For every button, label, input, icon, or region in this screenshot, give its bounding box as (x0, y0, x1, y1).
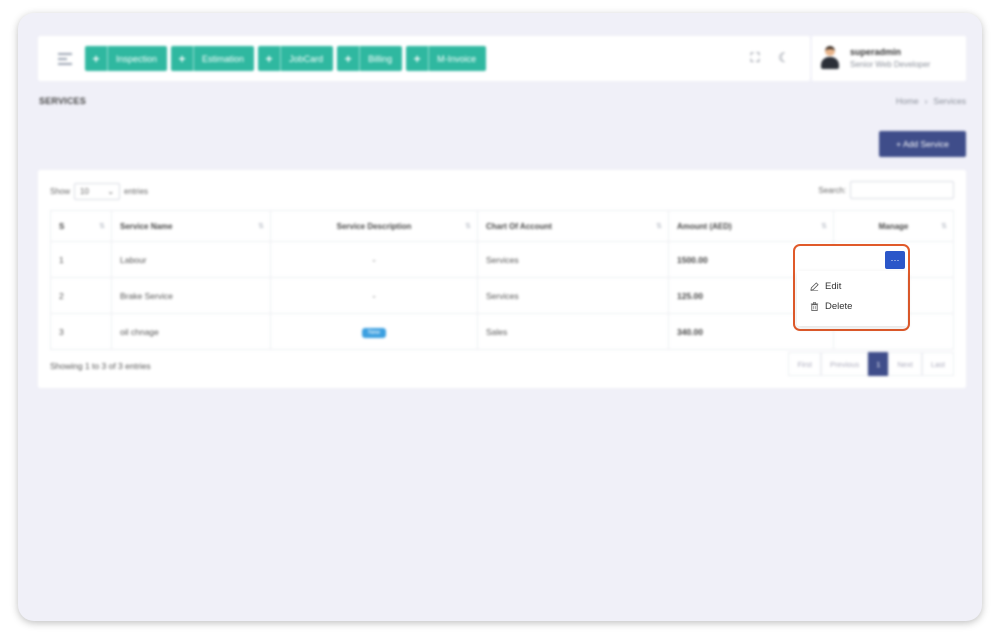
column-header-service-name[interactable]: Service Name ⇅ (111, 210, 271, 242)
delete-menu-item[interactable]: Delete (797, 296, 907, 316)
more-actions-button[interactable]: ··· (885, 251, 905, 269)
top-navbar: + Inspection + Estimation + JobCard + Billin… (38, 36, 810, 81)
show-label: Show (50, 187, 71, 196)
cell-s: 3 (50, 313, 112, 350)
entries-label: entries (124, 187, 149, 196)
sort-icon: ⇅ (821, 223, 827, 230)
entries-select[interactable]: 10 ⌄ (74, 183, 121, 200)
cell-service-name: oil chnage (111, 313, 271, 350)
breadcrumb-home[interactable]: Home (896, 96, 919, 106)
quick-action-label: Estimation (202, 53, 245, 64)
table-info: Showing 1 to 3 of 3 entries (50, 361, 151, 371)
page-number-button[interactable]: 1 (868, 352, 889, 376)
page-previous-button[interactable]: Previous (821, 352, 869, 376)
quick-action-billing[interactable]: + Billing (337, 46, 403, 71)
quick-action-label: Inspection (116, 53, 158, 64)
chevron-down-icon: ⌄ (107, 187, 115, 196)
sort-icon: ⇅ (99, 223, 105, 230)
plus-icon: + (258, 46, 282, 71)
quick-action-estimation[interactable]: + Estimation (171, 46, 255, 71)
cell-description: New (270, 313, 478, 350)
cell-service-name: Brake Service (111, 277, 271, 314)
plus-icon: + (85, 46, 108, 71)
cell-account: Sales (477, 313, 669, 350)
avatar (820, 46, 840, 70)
user-profile[interactable]: superadmin Senior Web Developer (812, 36, 966, 81)
plus-icon: + (337, 46, 361, 71)
breadcrumb-separator-icon: › (924, 96, 928, 106)
table-search: Search: (818, 181, 954, 199)
user-name: superadmin (850, 47, 902, 57)
edit-label: Edit (825, 280, 842, 292)
page-last-button[interactable]: Last (921, 352, 954, 376)
cell-account: Services (477, 241, 669, 278)
breadcrumb-current: Services (933, 96, 966, 106)
sort-icon: ⇅ (941, 223, 947, 230)
cell-service-name: Labour (111, 241, 271, 278)
table-header-row: S ⇅ Service Name ⇅ Service Description ⇅ Ch… (50, 210, 954, 242)
edit-menu-item[interactable]: Edit (797, 276, 907, 296)
sort-icon: ⇅ (258, 223, 264, 230)
breadcrumb: Home › Services (896, 96, 966, 106)
page-next-button[interactable]: Next (888, 352, 922, 376)
entries-value: 10 (80, 187, 89, 196)
quick-action-minvoice[interactable]: + M-Invoice (406, 46, 487, 71)
column-header-description[interactable]: Service Description ⇅ (270, 210, 478, 242)
plus-icon: + (406, 46, 430, 71)
add-service-button[interactable]: + Add Service (879, 131, 966, 157)
delete-label: Delete (825, 300, 853, 312)
pagination: First Previous 1 Next Last (788, 352, 954, 376)
quick-action-inspection[interactable]: + Inspection (85, 46, 168, 71)
menu-toggle-icon[interactable] (58, 53, 72, 65)
trash-icon (810, 301, 819, 311)
dark-mode-icon[interactable]: ☾ (776, 50, 792, 66)
quick-action-label: Billing (368, 53, 393, 64)
cell-description: - (270, 241, 478, 278)
quick-actions: + Inspection + Estimation + JobCard + Billin… (85, 46, 487, 71)
sort-icon: ⇅ (465, 223, 471, 230)
quick-action-label: JobCard (289, 53, 324, 64)
search-label: Search: (818, 185, 846, 195)
fullscreen-icon[interactable]: ⛶ (747, 50, 763, 66)
cell-s: 2 (50, 277, 112, 314)
plus-icon: + (171, 46, 195, 71)
column-header-s[interactable]: S ⇅ (50, 210, 112, 242)
page-first-button[interactable]: First (788, 352, 822, 376)
actions-dropdown-menu: Edit Delete (797, 271, 907, 326)
cell-description: - (270, 277, 478, 314)
user-role: Senior Web Developer (850, 60, 931, 69)
status-badge: New (361, 327, 386, 338)
quick-action-jobcard[interactable]: + JobCard (258, 46, 334, 71)
pencil-icon (810, 281, 819, 291)
sort-icon: ⇅ (656, 223, 662, 230)
search-input[interactable] (850, 181, 954, 199)
page-title: SERVICES (39, 96, 86, 106)
quick-action-label: M-Invoice (437, 53, 477, 64)
cell-s: 1 (50, 241, 112, 278)
column-header-account[interactable]: Chart Of Account ⇅ (477, 210, 669, 242)
entries-length-control: Show 10 ⌄ entries (50, 183, 148, 200)
column-header-manage[interactable]: Manage ⇅ (833, 210, 954, 242)
column-header-amount[interactable]: Amount (AED) ⇅ (668, 210, 834, 242)
cell-account: Services (477, 277, 669, 314)
